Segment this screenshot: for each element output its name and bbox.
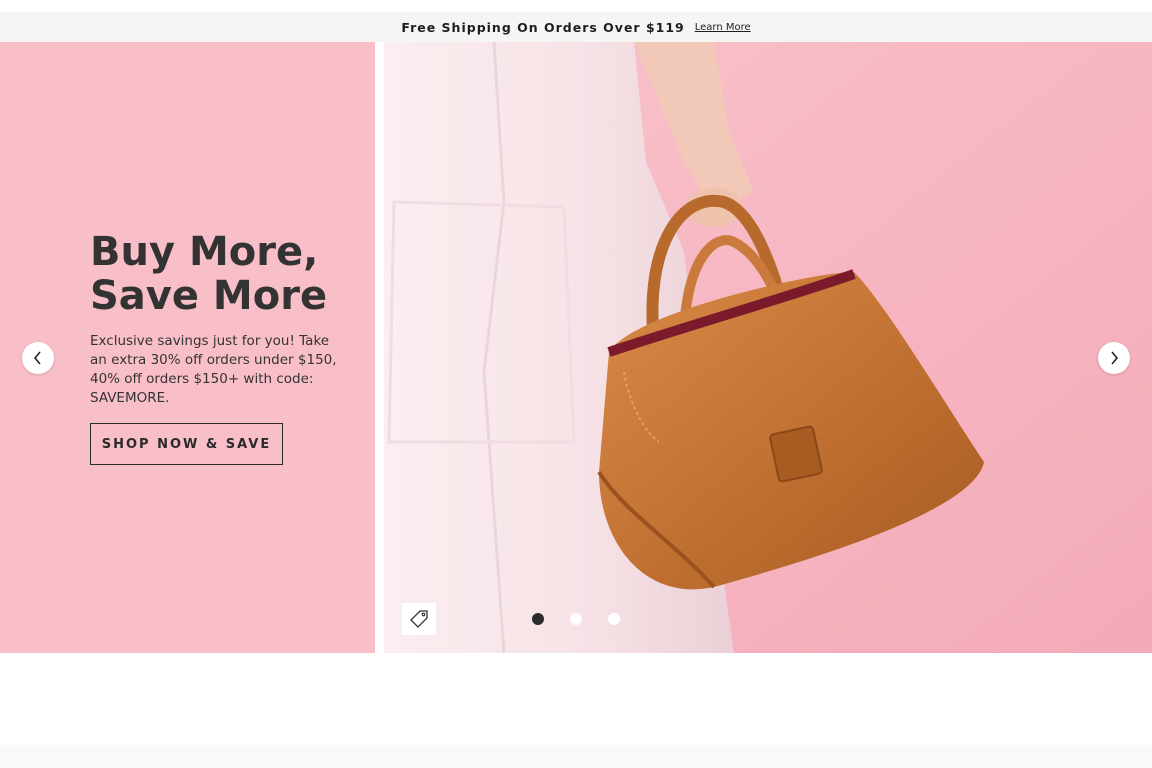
hero-headline: Buy More, Save More [90, 230, 360, 318]
content-spacer [0, 653, 1152, 745]
headline-line-2: Save More [90, 273, 328, 319]
shop-the-look-button[interactable] [402, 603, 436, 635]
carousel-dot-3[interactable] [608, 613, 620, 625]
headline-line-1: Buy More, [90, 229, 319, 275]
carousel-dot-2[interactable] [570, 613, 582, 625]
learn-more-link[interactable]: Learn More [695, 22, 751, 33]
shop-now-save-button[interactable]: SHOP NOW & SAVE [90, 423, 283, 465]
promo-text: Free Shipping On Orders Over $119 [401, 19, 685, 35]
hero-subcopy: Exclusive savings just for you! Take an … [90, 333, 337, 406]
promo-bar: Free Shipping On Orders Over $119 Learn … [0, 12, 1152, 42]
hero-text-panel: Buy More, Save More Exclusive savings ju… [0, 42, 375, 653]
carousel-next-button[interactable] [1098, 342, 1130, 374]
handbag-photo [384, 42, 1152, 653]
chevron-right-icon [1111, 351, 1119, 365]
next-section-strip [0, 745, 1152, 768]
carousel-dots [532, 613, 620, 625]
chevron-left-icon [33, 351, 41, 365]
carousel-dot-1[interactable] [532, 613, 544, 625]
price-tag-icon [410, 610, 428, 628]
carousel-prev-button[interactable] [22, 342, 54, 374]
hero-carousel: Buy More, Save More Exclusive savings ju… [0, 42, 1152, 653]
hero-image [384, 42, 1152, 653]
top-strip [0, 0, 1152, 12]
